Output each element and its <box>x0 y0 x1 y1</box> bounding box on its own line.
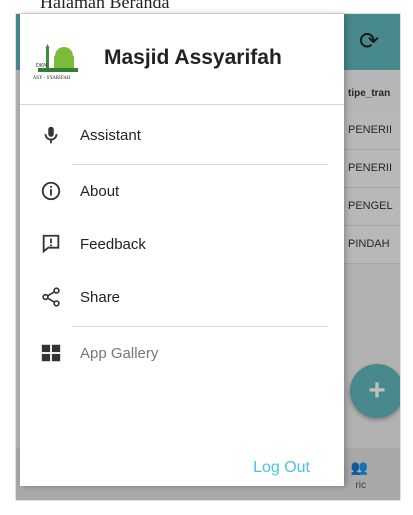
grid-icon <box>41 344 61 362</box>
drawer-header: DKM ASY - SYARIFAH Masjid Assyarifah <box>20 14 344 100</box>
menu-item-share[interactable]: Share <box>20 276 344 320</box>
mic-icon <box>44 126 58 144</box>
menu-divider <box>72 164 328 165</box>
menu-label: Share <box>80 289 121 306</box>
navigation-drawer: DKM ASY - SYARIFAH Masjid Assyarifah Ass… <box>20 14 344 486</box>
logout-button[interactable]: Log Out <box>253 459 310 477</box>
menu-item-about[interactable]: About <box>20 170 344 214</box>
mosque-logo-icon: DKM ASY - SYARIFAH <box>32 44 78 81</box>
header-divider <box>20 104 344 105</box>
menu-item-feedback[interactable]: Feedback <box>20 223 344 267</box>
share-icon <box>42 287 60 307</box>
menu-divider <box>72 326 328 327</box>
page-caption: Halaman Beranda <box>40 0 170 12</box>
svg-text:DKM: DKM <box>36 63 47 69</box>
menu-item-app-gallery[interactable]: App Gallery <box>20 332 344 376</box>
menu-label: App Gallery <box>80 345 159 362</box>
info-icon <box>41 181 61 201</box>
drawer-title: Masjid Assyarifah <box>104 46 282 69</box>
menu-label: Assistant <box>80 127 141 144</box>
menu-label: About <box>80 183 120 200</box>
svg-text:ASY - SYARIFAH: ASY - SYARIFAH <box>32 75 71 81</box>
feedback-icon <box>42 234 60 254</box>
menu-label: Feedback <box>80 236 146 253</box>
menu-item-assistant[interactable]: Assistant <box>20 114 344 158</box>
